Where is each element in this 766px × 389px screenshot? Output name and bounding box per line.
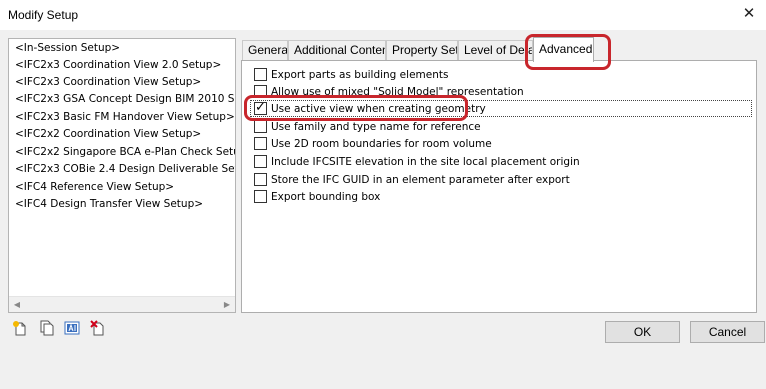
checkbox-checked[interactable] (254, 100, 267, 115)
option-use-active-view[interactable]: Use active view when creating geometry (254, 100, 486, 117)
option-label: Store the IFC GUID in an element paramet… (271, 173, 570, 186)
cancel-button[interactable]: Cancel (690, 321, 765, 343)
tab-additional-content[interactable]: Additional Content (288, 40, 386, 61)
close-button[interactable]: ✕ (738, 4, 760, 24)
checkbox[interactable] (254, 85, 267, 98)
setup-item[interactable]: <IFC2x3 COBie 2.4 Design Deliverable Set… (9, 161, 235, 178)
option-label: Use 2D room boundaries for room volume (271, 137, 492, 150)
option-mixed-solid-model[interactable]: Allow use of mixed "Solid Model" represe… (254, 83, 524, 100)
tab-property-sets[interactable]: Property Sets (386, 40, 458, 61)
checkbox[interactable] (254, 173, 267, 186)
setup-item[interactable]: <IFC4 Reference View Setup> (9, 179, 235, 196)
tab-advanced[interactable]: Advanced (533, 37, 594, 62)
setup-item[interactable]: <IFC2x3 Coordination View Setup> (9, 74, 235, 91)
option-label: Export bounding box (271, 190, 381, 203)
setup-item[interactable]: <IFC2x2 Coordination View Setup> (9, 126, 235, 143)
setup-item[interactable]: <In-Session Setup> (9, 40, 235, 57)
option-export-parts[interactable]: Export parts as building elements (254, 66, 448, 83)
scroll-left-icon[interactable]: ◀ (9, 297, 25, 312)
delete-setup-icon[interactable] (90, 320, 106, 336)
option-label: Include IFCSITE elevation in the site lo… (271, 155, 580, 168)
setup-list[interactable]: <In-Session Setup> <IFC2x3 Coordination … (8, 38, 236, 313)
setup-item[interactable]: <IFC2x2 Singapore BCA e-Plan Check Setup… (9, 144, 235, 161)
setup-item[interactable]: <IFC2x3 GSA Concept Design BIM 2010 Setu… (9, 91, 235, 108)
window-title: Modify Setup (8, 8, 79, 22)
horizontal-scrollbar[interactable]: ◀ ▶ (9, 296, 235, 312)
option-export-bounding-box[interactable]: Export bounding box (254, 188, 380, 205)
option-label: Allow use of mixed "Solid Model" represe… (271, 85, 524, 98)
checkbox[interactable] (254, 155, 267, 168)
setup-item[interactable]: <IFC4 Design Transfer View Setup> (9, 196, 235, 213)
option-label: Use family and type name for reference (271, 120, 481, 133)
scroll-right-icon[interactable]: ▶ (219, 297, 235, 312)
title-bar: Modify Setup ✕ (0, 0, 766, 30)
ok-button[interactable]: OK (605, 321, 680, 343)
duplicate-setup-icon[interactable] (39, 320, 55, 336)
checkbox[interactable] (254, 120, 267, 133)
option-ifcsite-elevation[interactable]: Include IFCSITE elevation in the site lo… (254, 153, 580, 170)
new-setup-icon[interactable] (12, 320, 28, 336)
setup-item[interactable]: <IFC2x3 Coordination View 2.0 Setup> (9, 57, 235, 74)
tab-level-of-detail[interactable]: Level of Detail (458, 40, 533, 61)
setup-item[interactable]: <IFC2x3 Basic FM Handover View Setup> (9, 109, 235, 126)
checkbox[interactable] (254, 137, 267, 150)
option-family-type-name[interactable]: Use family and type name for reference (254, 118, 481, 135)
checkbox[interactable] (254, 68, 267, 81)
checkbox[interactable] (254, 190, 267, 203)
tab-general[interactable]: General (242, 40, 288, 61)
option-label: Use active view when creating geometry (271, 102, 486, 115)
advanced-panel: Export parts as building elements Allow … (241, 60, 757, 313)
option-2d-room-boundaries[interactable]: Use 2D room boundaries for room volume (254, 135, 492, 152)
option-label: Export parts as building elements (271, 68, 449, 81)
rename-setup-icon[interactable] (64, 320, 80, 336)
option-store-ifc-guid[interactable]: Store the IFC GUID in an element paramet… (254, 171, 570, 188)
